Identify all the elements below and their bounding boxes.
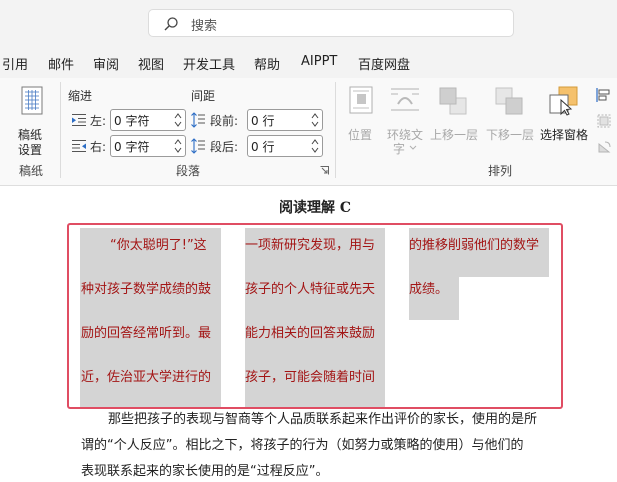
spacing-header: 间距 <box>191 89 216 103</box>
indent-left-label: 左: <box>90 114 107 128</box>
bring-forward-label: 上移一层 <box>430 128 479 142</box>
position-icon <box>349 86 373 114</box>
dialog-launcher-icon[interactable] <box>320 166 329 175</box>
spacing-after-input[interactable]: 0 行 <box>247 135 323 157</box>
indent-right-label: 右: <box>90 140 107 154</box>
paragraph-line: 谓的“个人反应”。相比之下，将孩子的行为（如努力或策略的使用）与他们的 <box>81 438 524 453</box>
spin-arrows-icon[interactable] <box>311 137 319 155</box>
indent-left-value: 0 字符 <box>114 114 150 128</box>
paragraph-line: 表现联系起来的家长使用的是“过程反应”。 <box>81 464 329 479</box>
spacing-after-icon <box>191 138 205 154</box>
group-separator <box>335 82 336 178</box>
wrap-text-icon <box>391 88 419 111</box>
spin-arrows-icon[interactable] <box>311 111 319 129</box>
selection-pane-icon <box>549 86 578 116</box>
manuscript-setup-label-2: 设置 <box>18 143 43 157</box>
menu-item-help[interactable]: 帮助 <box>254 54 280 73</box>
selection-pane-label: 选择窗格 <box>540 128 589 142</box>
spacing-before-label: 段前: <box>210 114 239 128</box>
position-label: 位置 <box>348 128 373 142</box>
indent-right-value: 0 字符 <box>114 140 150 154</box>
group-label-manuscript: 稿纸 <box>19 164 44 178</box>
manuscript-icon <box>21 86 43 115</box>
menu-item-baidu-netdisk[interactable]: 百度网盘 <box>358 54 410 73</box>
group-label-arrange: 排列 <box>488 164 513 178</box>
chevron-down-icon <box>409 145 417 150</box>
menu-item-mailings[interactable]: 邮件 <box>48 54 74 73</box>
indent-right-input[interactable]: 0 字符 <box>110 135 186 157</box>
group-label-paragraph: 段落 <box>176 164 201 178</box>
send-backward-button[interactable]: 下移一层 <box>486 84 536 150</box>
title-bar: 搜索 <box>0 0 617 46</box>
menu-item-view[interactable]: 视图 <box>138 54 164 73</box>
manuscript-setup-button[interactable]: 稿纸 设置 <box>12 84 52 157</box>
wrap-text-label-2: 字 <box>393 142 406 156</box>
indent-right-icon <box>72 140 86 152</box>
send-backward-label: 下移一层 <box>486 128 535 142</box>
selected-text-frame[interactable] <box>67 223 563 409</box>
document-title: 阅读理解 C <box>278 200 352 216</box>
menu-item-references[interactable]: 引用 <box>2 54 28 73</box>
selection-pane-button[interactable]: 选择窗格 <box>538 84 590 150</box>
rotate-icon[interactable] <box>596 139 612 155</box>
indent-header: 缩进 <box>68 89 93 103</box>
spacing-after-label: 段后: <box>210 140 239 154</box>
bring-forward-button[interactable]: 上移一层 <box>430 84 480 150</box>
spacing-before-icon <box>191 112 205 128</box>
menu-item-aippt[interactable]: AIPPT <box>301 54 337 69</box>
spin-arrows-icon[interactable] <box>174 137 182 155</box>
indent-left-icon <box>72 114 86 126</box>
position-button[interactable]: 位置 <box>344 84 380 150</box>
indent-left-input[interactable]: 0 字符 <box>110 109 186 131</box>
menu-item-developer[interactable]: 开发工具 <box>183 54 235 73</box>
align-icon[interactable] <box>596 87 612 103</box>
paragraph-line: 那些把孩子的表现与智商等个人品质联系起来作出评价的家长，使用的是所 <box>108 412 538 427</box>
search-box[interactable]: 搜索 <box>148 9 514 37</box>
spin-arrows-icon[interactable] <box>174 111 182 129</box>
group-separator <box>60 82 61 178</box>
spacing-before-value: 0 行 <box>251 114 275 128</box>
ribbon: 稿纸 设置 稿纸 缩进 间距 左: 0 字符 右: 0 字符 段前: 0 行 段… <box>0 78 617 186</box>
search-icon <box>164 17 178 31</box>
group-objects-icon[interactable] <box>596 113 612 129</box>
document-page[interactable]: 阅读理解 C “你太聪明了!”这 种对孩子数学成绩的鼓 励的回答经常听到。最 近… <box>0 186 617 482</box>
wrap-text-button[interactable]: 环绕文 字 <box>384 84 428 156</box>
send-backward-icon <box>495 87 523 115</box>
bring-forward-icon <box>439 87 467 115</box>
spacing-before-input[interactable]: 0 行 <box>247 109 323 131</box>
spacing-after-value: 0 行 <box>251 140 275 154</box>
menu-bar: 引用 邮件 审阅 视图 开发工具 帮助 AIPPT 百度网盘 <box>0 46 617 78</box>
menu-item-review[interactable]: 审阅 <box>93 54 119 73</box>
search-placeholder: 搜索 <box>191 19 218 34</box>
